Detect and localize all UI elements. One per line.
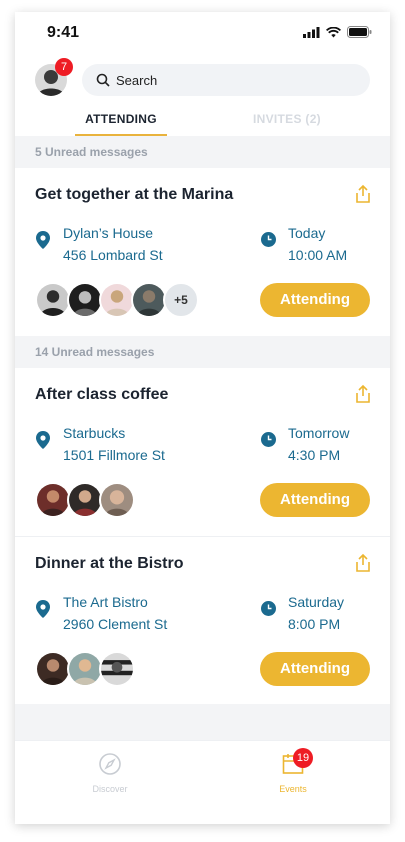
- compass-icon: [99, 753, 121, 775]
- attendee-avatar: [99, 282, 135, 318]
- event-card[interactable]: Dinner at the Bistro The Art Bistro 2960…: [15, 536, 390, 704]
- search-placeholder: Search: [116, 72, 158, 88]
- share-icon[interactable]: [354, 553, 372, 573]
- tab-bar: ATTENDING INVITES (2): [15, 108, 390, 136]
- event-time: 4:30 PM: [288, 447, 341, 463]
- wifi-icon: [326, 26, 341, 37]
- location-pin-icon: [36, 600, 50, 618]
- event-time: 10:00 AM: [288, 247, 348, 263]
- status-bar: 9:41: [15, 12, 390, 56]
- clock-icon: [261, 232, 276, 247]
- nav-discover[interactable]: Discover: [60, 753, 160, 794]
- event-card[interactable]: After class coffee Starbucks 1501 Fillmo…: [15, 368, 390, 536]
- attendee-avatar: [67, 282, 103, 318]
- location-name: Starbucks: [63, 425, 126, 441]
- location-pin-icon: [36, 231, 50, 249]
- attending-button[interactable]: Attending: [260, 652, 370, 686]
- attendee-avatar: [67, 482, 103, 518]
- event-location[interactable]: The Art Bistro 2960 Clement St: [63, 591, 167, 635]
- attending-button[interactable]: Attending: [260, 483, 370, 517]
- attendee-avatars[interactable]: [35, 651, 135, 689]
- location-address: 1501 Fillmore St: [63, 447, 165, 463]
- nav-events[interactable]: 19 Events: [243, 748, 343, 794]
- nav-discover-label: Discover: [92, 784, 128, 794]
- share-icon[interactable]: [354, 384, 372, 404]
- event-day: Tomorrow: [288, 425, 350, 441]
- attendee-avatar: [99, 651, 135, 687]
- clock-icon: [261, 432, 276, 447]
- unread-messages-header: 5 Unread messages: [35, 145, 148, 159]
- event-card[interactable]: Get together at the Marina Dylan’s House…: [15, 168, 390, 336]
- location-address: 456 Lombard St: [63, 247, 163, 263]
- attendee-avatar: [131, 282, 167, 318]
- event-datetime: Tomorrow 4:30 PM: [288, 422, 349, 466]
- bottom-navigation: Discover 19 Events: [15, 740, 390, 824]
- header: 7 Search: [15, 56, 390, 108]
- attendee-avatar: [67, 651, 103, 687]
- event-datetime: Saturday 8:00 PM: [288, 591, 344, 635]
- events-badge: 19: [293, 748, 313, 768]
- event-title: Dinner at the Bistro: [35, 555, 184, 572]
- event-day: Saturday: [288, 594, 345, 610]
- event-day: Today: [288, 225, 326, 241]
- event-title: After class coffee: [35, 386, 169, 403]
- event-list: 5 Unread messages Get together at the Ma…: [15, 136, 390, 740]
- share-icon[interactable]: [354, 184, 372, 204]
- location-name: The Art Bistro: [63, 594, 148, 610]
- location-name: Dylan’s House: [63, 225, 154, 241]
- event-time: 8:00 PM: [288, 616, 341, 632]
- notification-badge: 7: [55, 58, 73, 76]
- location-address: 2960 Clement St: [63, 616, 168, 632]
- event-location[interactable]: Dylan’s House 456 Lombard St: [63, 222, 163, 266]
- nav-events-label: Events: [279, 784, 307, 794]
- profile-avatar[interactable]: 7: [35, 58, 73, 96]
- tab-attending[interactable]: ATTENDING: [75, 112, 167, 126]
- attendee-avatar: [35, 651, 71, 687]
- status-time: 9:41: [47, 24, 80, 41]
- more-attendees-count: +5: [163, 282, 199, 318]
- event-title: Get together at the Marina: [35, 186, 234, 203]
- location-pin-icon: [36, 431, 50, 449]
- battery-icon: [347, 26, 372, 38]
- tab-invites[interactable]: INVITES (2): [237, 112, 337, 126]
- search-input[interactable]: Search: [82, 64, 370, 96]
- phone-screen: 9:41 7 Search ATTENDING INVITES (2) 5 Un…: [15, 12, 390, 824]
- attendee-avatar: [99, 482, 135, 518]
- event-datetime: Today 10:00 AM: [288, 222, 347, 266]
- attending-button[interactable]: Attending: [260, 283, 370, 317]
- event-location[interactable]: Starbucks 1501 Fillmore St: [63, 422, 165, 466]
- attendee-avatar: [35, 282, 71, 318]
- attendee-avatars[interactable]: [35, 482, 135, 520]
- status-icons: [303, 26, 372, 38]
- unread-messages-header: 14 Unread messages: [35, 345, 155, 359]
- attendee-avatar: [35, 482, 71, 518]
- clock-icon: [261, 601, 276, 616]
- signal-icon: [303, 26, 320, 38]
- search-icon: [96, 73, 110, 87]
- attendee-avatars[interactable]: +5: [35, 282, 199, 320]
